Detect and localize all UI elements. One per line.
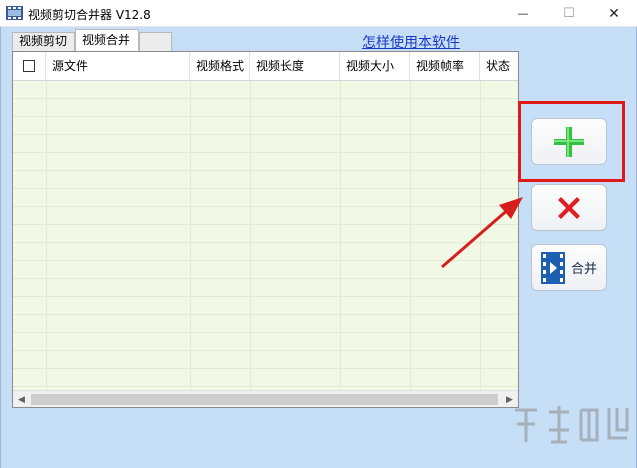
title-bar: 视频剪切合并器 V12.8 — ☐ ✕ xyxy=(0,0,637,27)
tab-strip-filler xyxy=(139,32,172,51)
column-header-size[interactable]: 视频大小 xyxy=(340,52,410,80)
scrollbar-thumb[interactable] xyxy=(31,394,498,405)
window-title: 视频剪切合并器 V12.8 xyxy=(28,8,151,22)
main-client-area: 视频剪切 视频合并 怎样使用本软件 源文件 视频格式 视频长度 视频大小 视频帧… xyxy=(0,27,637,468)
grid-line xyxy=(13,350,518,351)
column-header-source[interactable]: 源文件 xyxy=(46,52,190,80)
tab-video-cut[interactable]: 视频剪切 xyxy=(12,32,75,51)
close-button[interactable]: ✕ xyxy=(591,0,637,27)
grid-line xyxy=(13,116,518,117)
scroll-left-arrow-icon[interactable]: ◀ xyxy=(13,391,30,408)
grid-line xyxy=(13,332,518,333)
close-icon: ✕ xyxy=(608,5,620,22)
file-list-panel: 源文件 视频格式 视频长度 视频大小 视频帧率 状态 ◀ ▶ xyxy=(12,51,519,408)
annotation-highlight-box xyxy=(518,101,625,182)
table-header: 源文件 视频格式 视频长度 视频大小 视频帧率 状态 xyxy=(13,52,518,81)
help-link[interactable]: 怎样使用本软件 xyxy=(362,32,460,52)
grid-line xyxy=(190,81,191,390)
merge-button[interactable]: 合并 xyxy=(531,244,607,291)
grid-line xyxy=(13,188,518,189)
minimize-icon: — xyxy=(517,7,529,20)
minimize-button[interactable]: — xyxy=(500,0,546,27)
column-header-length[interactable]: 视频长度 xyxy=(250,52,340,80)
grid-line xyxy=(46,81,47,390)
grid-line xyxy=(13,224,518,225)
app-film-icon xyxy=(6,6,23,20)
column-header-fps[interactable]: 视频帧率 xyxy=(410,52,480,80)
grid-line xyxy=(13,170,518,171)
maximize-icon: ☐ xyxy=(563,6,575,21)
grid-line xyxy=(13,242,518,243)
grid-line xyxy=(13,98,518,99)
grid-line xyxy=(13,296,518,297)
grid-line xyxy=(340,81,341,390)
grid-line xyxy=(13,368,518,369)
watermark-logo xyxy=(515,406,629,444)
horizontal-scrollbar[interactable]: ◀ ▶ xyxy=(13,390,518,407)
column-header-format[interactable]: 视频格式 xyxy=(190,52,250,80)
grid-line xyxy=(13,260,518,261)
red-x-icon xyxy=(558,196,580,219)
tab-label: 视频剪切 xyxy=(19,34,68,48)
tab-video-merge[interactable]: 视频合并 xyxy=(75,29,139,51)
select-all-checkbox[interactable] xyxy=(23,60,35,72)
grid-line xyxy=(13,314,518,315)
grid-line xyxy=(410,81,411,390)
column-header-status[interactable]: 状态 xyxy=(480,52,518,80)
grid-line xyxy=(13,206,518,207)
grid-line xyxy=(13,278,518,279)
grid-line xyxy=(13,386,518,387)
grid-line xyxy=(13,134,518,135)
table-body[interactable] xyxy=(13,81,518,390)
grid-line xyxy=(13,152,518,153)
merge-button-label: 合并 xyxy=(570,262,597,277)
maximize-button[interactable]: ☐ xyxy=(546,0,592,27)
header-select-all xyxy=(13,52,46,80)
film-icon xyxy=(540,251,565,284)
remove-file-button[interactable] xyxy=(531,184,607,231)
tab-label: 视频合并 xyxy=(82,33,131,47)
grid-line xyxy=(480,81,481,390)
grid-line xyxy=(250,81,251,390)
